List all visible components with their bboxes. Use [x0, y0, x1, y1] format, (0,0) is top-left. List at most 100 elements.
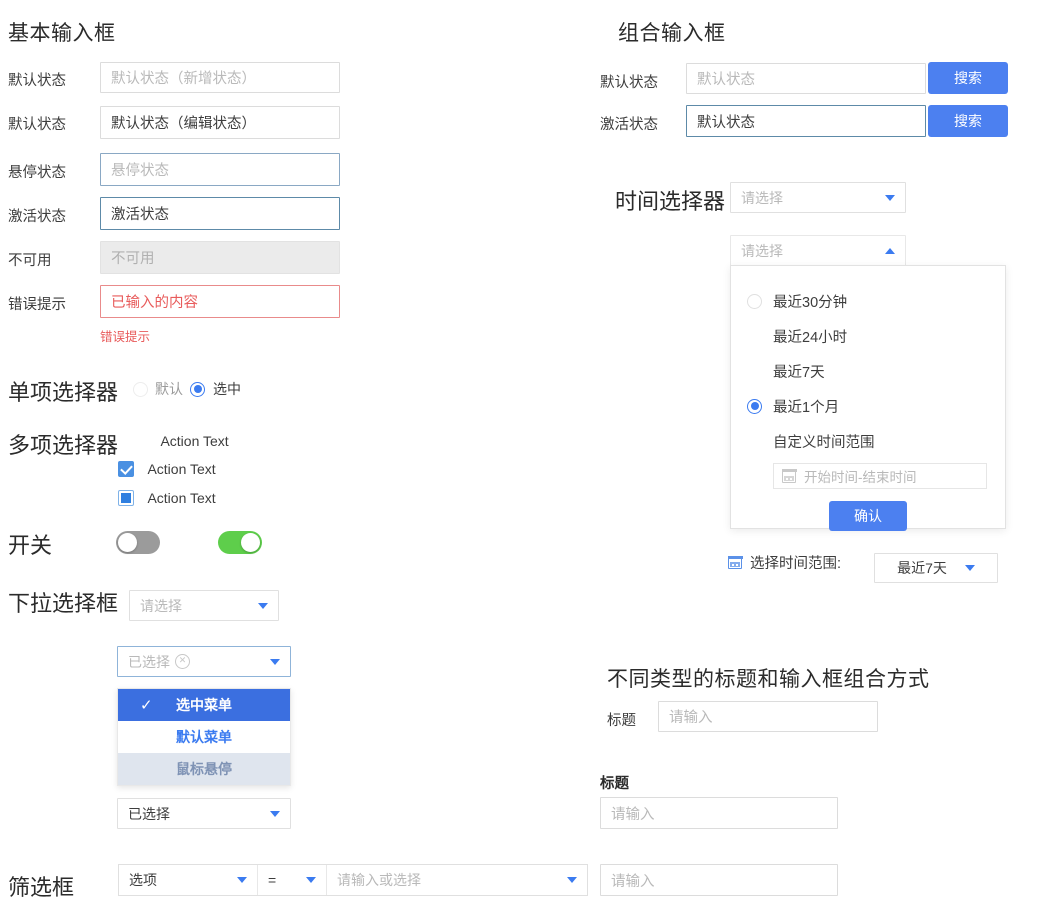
basic-input-error-message: 错误提示 [100, 330, 151, 344]
time-option-7d-label: 最近7天 [773, 364, 825, 381]
radio-option-default[interactable]: 默认 [133, 379, 183, 399]
chevron-down-icon [964, 565, 975, 571]
checkbox-option-2[interactable]: Action Text [118, 460, 216, 478]
basic-input-hover[interactable]: 悬停状态 [100, 153, 340, 186]
time-picker-trigger-collapsed-value: 请选择 [741, 189, 783, 206]
time-picker-confirm-button[interactable]: 确认 [829, 501, 907, 531]
dropdown-menu: ✓ 选中菜单 默认菜单 鼠标悬停 [117, 688, 291, 786]
dropdown-menu-item-selected[interactable]: ✓ 选中菜单 [118, 689, 290, 721]
time-picker-trigger-collapsed[interactable]: 请选择 [730, 182, 906, 213]
title-input-combos-title: 不同类型的标题和输入框组合方式 [607, 668, 930, 691]
time-option-1month-label: 最近1个月 [773, 399, 840, 416]
checkbox-group-label: 多项选择器 [8, 433, 119, 458]
basic-input-label-4: 激活状态 [8, 209, 66, 225]
basic-input-label-1: 默认状态 [8, 73, 66, 89]
radio-icon-checked [747, 398, 762, 414]
basic-inputs-title: 基本输入框 [8, 22, 116, 45]
dropdown-select-label: 下拉选择框 [8, 591, 119, 616]
time-picker-panel: 最近30分钟 最近24小时 最近7天 最近1个月 自定义时间范围 开始时间-结束… [730, 265, 1006, 531]
stacked-title-input[interactable]: 请输入 [600, 797, 838, 829]
time-range-date-placeholder: 开始时间-结束时间 [804, 470, 917, 485]
time-option-custom-label: 自定义时间范围 [773, 434, 875, 451]
radio-icon-unchecked [133, 381, 148, 397]
time-option-custom[interactable]: 自定义时间范围 [747, 426, 989, 456]
combo-search-button-1[interactable]: 搜索 [928, 62, 1008, 94]
dropdown-trigger-filled[interactable]: 已选择 [117, 798, 291, 829]
combo-inputs-title: 组合输入框 [618, 22, 726, 45]
filter-value-placeholder: 请输入或选择 [337, 872, 421, 888]
radio-icon-checked [190, 381, 205, 397]
filter-operator-select[interactable]: = [258, 865, 326, 895]
chevron-down-icon [306, 877, 316, 883]
dropdown-trigger-placeholder[interactable]: 请选择 [129, 590, 279, 621]
combo-input-label-1: 默认状态 [600, 75, 658, 91]
inline-title-label: 标题 [607, 713, 636, 729]
basic-input-error[interactable]: 已输入的内容 [100, 285, 340, 318]
filter-field-select[interactable]: 选项 [119, 865, 257, 895]
inline-title-input[interactable]: 请输入 [658, 701, 878, 732]
basic-input-disabled: 不可用 [100, 241, 340, 274]
time-option-30min-label: 最近30分钟 [773, 294, 848, 311]
basic-input-active[interactable]: 激活状态 [100, 197, 340, 230]
stacked-title-label: 标题 [600, 776, 629, 792]
chevron-down-icon [258, 602, 268, 609]
switch-knob-icon [118, 533, 137, 552]
combo-input-default[interactable]: 默认状态 [686, 63, 926, 94]
chevron-down-icon [885, 194, 895, 201]
clear-circle-icon[interactable]: ✕ [175, 654, 190, 669]
time-picker-trigger-expanded-value: 请选择 [741, 242, 783, 259]
combo-input-label-2: 激活状态 [600, 117, 658, 133]
time-option-1month[interactable]: 最近1个月 [747, 391, 989, 421]
radio-group-label: 单项选择器 [8, 380, 119, 405]
dropdown-menu-item-hover[interactable]: 鼠标悬停 [118, 753, 290, 785]
chevron-down-icon [567, 877, 577, 883]
basic-input-default-new[interactable]: 默认状态（新增状态） [100, 62, 340, 93]
basic-input-label-6: 错误提示 [8, 297, 66, 313]
chevron-down-icon [270, 658, 280, 665]
time-option-24h-label: 最近24小时 [773, 329, 848, 346]
time-range-bar: 选择时间范围: [727, 552, 855, 573]
radio-icon-unchecked [747, 293, 762, 309]
chevron-down-icon [237, 877, 247, 883]
dropdown-menu-item-selected-label: 选中菜单 [176, 697, 232, 713]
basic-input-label-2: 默认状态 [8, 117, 66, 133]
radio-option-selected[interactable]: 选中 [190, 379, 241, 399]
switch-on[interactable] [218, 531, 263, 554]
dropdown-menu-item-default[interactable]: 默认菜单 [118, 721, 290, 753]
time-option-30min[interactable]: 最近30分钟 [747, 286, 989, 316]
switch-group-label: 开关 [8, 533, 53, 558]
time-picker-label: 时间选择器 [615, 189, 726, 214]
calendar-icon [781, 469, 797, 483]
time-range-date-input[interactable]: 开始时间-结束时间 [773, 463, 987, 489]
checkbox-option-2-label: Action Text [147, 460, 216, 477]
checkbox-option-3-label: Action Text [147, 489, 216, 506]
check-icon: ✓ [140, 697, 153, 714]
dropdown-menu-item-hover-label: 鼠标悬停 [176, 761, 232, 777]
basic-input-label-3: 悬停状态 [8, 165, 66, 181]
calendar-icon [727, 555, 743, 569]
switch-knob-icon [241, 533, 261, 552]
filter-value-input[interactable]: 请输入或选择 [327, 865, 587, 895]
time-option-7d[interactable]: 最近7天 [747, 356, 989, 386]
checkbox-icon-checked [118, 460, 134, 477]
basic-input-default-edit[interactable]: 默认状态（编辑状态） [100, 106, 340, 139]
time-range-bar-select[interactable]: 最近7天 [874, 553, 998, 583]
dropdown-menu-item-default-label: 默认菜单 [176, 729, 232, 745]
checkbox-option-1-label: Action Text [160, 432, 229, 449]
time-picker-trigger-expanded[interactable]: 请选择 [730, 235, 906, 266]
filter-box-label: 筛选框 [8, 875, 75, 900]
time-range-bar-value: 最近7天 [897, 560, 947, 576]
time-range-bar-label: 选择时间范围: [750, 556, 842, 572]
combo-input-active[interactable]: 默认状态 [686, 105, 926, 137]
filter-trailing-input[interactable]: 请输入 [600, 864, 838, 896]
combo-search-button-2[interactable]: 搜索 [928, 105, 1008, 137]
checkbox-option-1[interactable]: Action Text [140, 432, 229, 450]
switch-off[interactable] [116, 531, 160, 554]
dropdown-trigger-filled-value: 已选择 [128, 805, 170, 822]
time-option-24h[interactable]: 最近24小时 [747, 321, 989, 351]
checkbox-icon-indeterminate [118, 489, 134, 506]
radio-option-default-label: 默认 [155, 381, 183, 397]
checkbox-option-3[interactable]: Action Text [118, 489, 216, 507]
dropdown-trigger-selected-value: 已选择 [128, 653, 170, 670]
dropdown-trigger-selected[interactable]: 已选择 ✕ [117, 646, 291, 677]
